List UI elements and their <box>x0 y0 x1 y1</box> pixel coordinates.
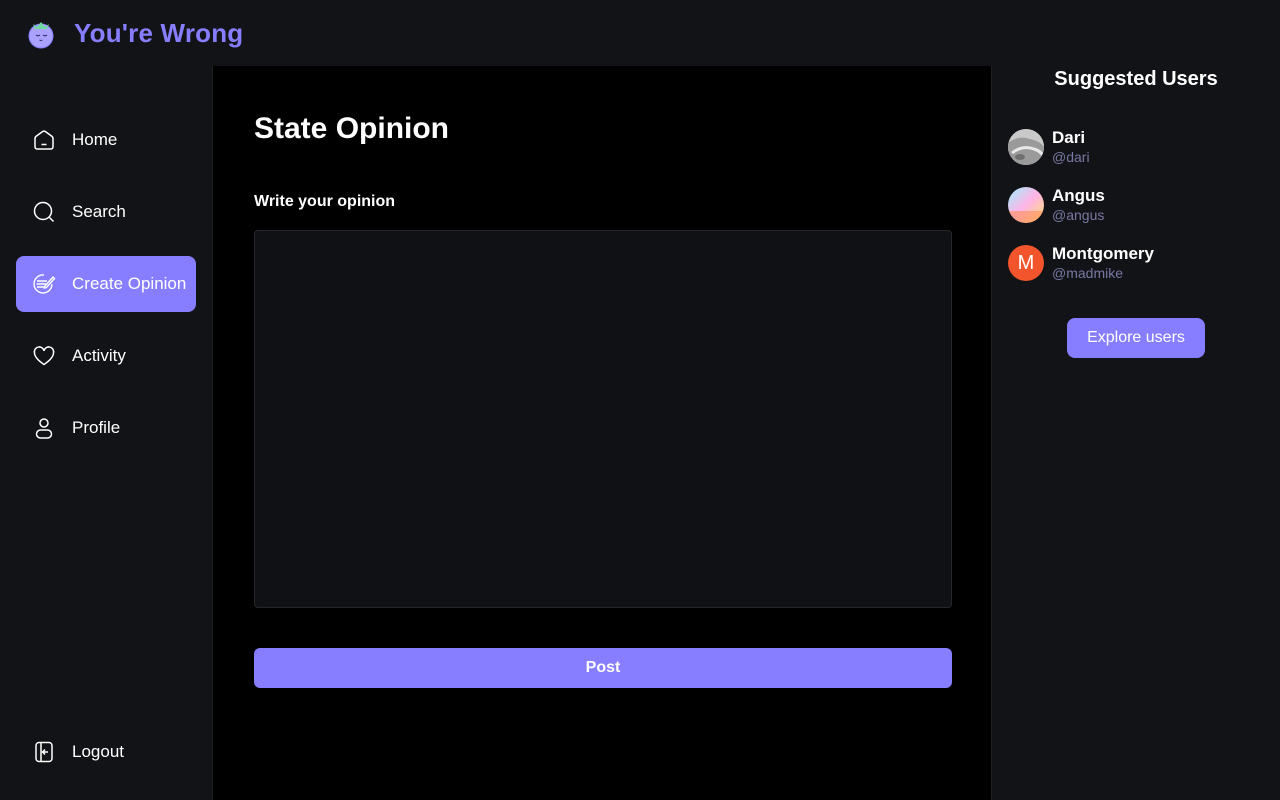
sidebar-item-home[interactable]: Home <box>16 112 196 168</box>
avatar: M <box>1008 245 1044 281</box>
logo-icon[interactable] <box>24 16 58 50</box>
sidebar-item-search[interactable]: Search <box>16 184 196 240</box>
left-sidebar: Home Search Create Opinion Activity Prof… <box>0 66 212 800</box>
right-sidebar: Suggested Users Dari @dari Angus @angus <box>992 66 1280 800</box>
home-icon <box>34 130 54 150</box>
user-handle: @angus <box>1052 207 1105 223</box>
avatar-initial: M <box>1017 251 1035 274</box>
create-opinion-icon <box>33 274 56 294</box>
suggested-user-item[interactable]: Angus @angus <box>1008 186 1105 224</box>
explore-users-button[interactable]: Explore users <box>1067 318 1205 358</box>
page-title: State Opinion <box>254 112 449 145</box>
user-name: Montgomery <box>1052 244 1154 263</box>
suggested-users-title: Suggested Users <box>1054 68 1218 90</box>
sidebar-item-label: Activity <box>72 346 126 365</box>
logout-label: Logout <box>72 742 124 761</box>
user-name: Dari <box>1052 128 1086 147</box>
search-icon <box>33 201 55 223</box>
user-icon <box>35 418 53 439</box>
sidebar-item-label: Home <box>72 130 118 149</box>
heart-icon <box>33 346 55 366</box>
avatar <box>1008 129 1044 165</box>
opinion-textarea[interactable] <box>254 230 952 608</box>
logout-button[interactable]: Logout <box>16 724 196 780</box>
user-photo-icon <box>1008 129 1044 165</box>
user-handle: @madmike <box>1052 265 1124 281</box>
app-title[interactable]: You're Wrong <box>74 18 243 49</box>
sidebar-item-label: Create Opinion <box>72 274 187 293</box>
user-name: Angus <box>1052 186 1105 205</box>
avatar-artwork <box>1008 211 1044 223</box>
suggested-user-item[interactable]: Dari @dari <box>1008 128 1090 166</box>
sidebar-item-label: Profile <box>72 418 121 437</box>
main-content: State Opinion Write your opinion Post <box>212 66 992 800</box>
topbar: You're Wrong <box>0 0 1280 66</box>
sidebar-item-activity[interactable]: Activity <box>16 328 196 384</box>
user-handle: @dari <box>1052 149 1090 165</box>
logout-icon <box>35 741 53 763</box>
opinion-field-label: Write your opinion <box>254 193 396 210</box>
post-button[interactable]: Post <box>254 648 952 688</box>
sidebar-item-label: Search <box>72 202 126 221</box>
sidebar-item-create-opinion[interactable]: Create Opinion <box>16 256 196 312</box>
suggested-user-item[interactable]: M Montgomery @madmike <box>1008 244 1154 282</box>
sidebar-item-profile[interactable]: Profile <box>16 400 196 456</box>
avatar <box>1008 187 1044 223</box>
